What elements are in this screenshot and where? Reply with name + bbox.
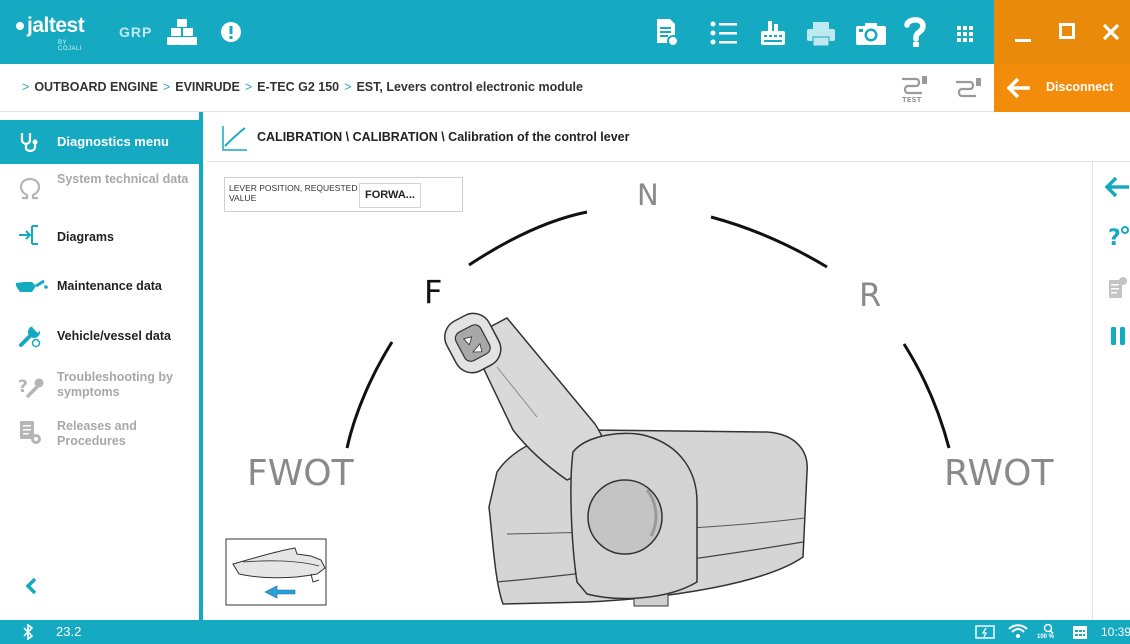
logo-subtitle: BY COJALI (58, 40, 83, 52)
sidebar-item-system-technical-data[interactable]: System technical data (0, 170, 199, 216)
top-bar: jaltest BY COJALI GRP (0, 0, 1130, 64)
neutral-forward-arc (468, 210, 588, 267)
lever-diagram (225, 210, 951, 607)
document-icon[interactable] (1108, 276, 1128, 305)
breadcrumb-item[interactable]: EST, Levers control electronic module (356, 80, 582, 94)
report-icon[interactable] (655, 17, 679, 52)
neutral-reverse-arc (710, 215, 828, 269)
collapse-sidebar-icon[interactable] (24, 576, 38, 601)
content-header: CALIBRATION \ CALIBRATION \ Calibration … (207, 112, 1130, 162)
position-forward-label: F (424, 273, 443, 311)
diagram-icon (18, 224, 40, 251)
procedures-icon (18, 419, 42, 450)
diagnostics-menu-label: Diagnostics menu (57, 134, 169, 149)
right-toolbar: ? (1092, 162, 1130, 620)
position-neutral-label: N (637, 178, 659, 212)
sidebar-item-label: Troubleshooting by symptoms (57, 370, 173, 399)
reverse-wot-arc (902, 343, 951, 449)
test-connection-icon[interactable]: TEST (898, 74, 932, 109)
sidebar: Diagnostics menu System technical data D… (0, 112, 203, 620)
maximize-icon[interactable] (1059, 23, 1075, 44)
disconnect-button[interactable]: Disconnect (994, 64, 1130, 112)
clock: 10:39 (1101, 625, 1130, 639)
back-arrow-icon (1006, 77, 1032, 104)
modules-icon[interactable] (167, 18, 197, 51)
version-label: 23.2 (56, 624, 82, 639)
connector-icon[interactable] (952, 74, 986, 109)
oil-can-icon (14, 278, 48, 299)
sidebar-item-vehicle-vessel-data[interactable]: Vehicle/vessel data (0, 313, 199, 359)
svg-text:?: ? (1108, 226, 1121, 248)
svg-text:TEST: TEST (902, 96, 922, 104)
stethoscope-icon (19, 131, 39, 158)
forward-wot-arc (345, 341, 394, 449)
position-reverse-wot-label: RWOT (944, 453, 1054, 494)
wrench-icon (18, 323, 42, 353)
troubleshoot-icon: ? (18, 374, 44, 403)
vci-icon[interactable] (759, 19, 787, 52)
camera-icon[interactable] (855, 22, 887, 51)
omega-icon (18, 177, 42, 206)
breadcrumb-bar: > OUTBOARD ENGINE > EVINRUDE > E-TEC G2 150 > E… (0, 64, 1130, 112)
disconnect-label: Disconnect (1046, 80, 1114, 94)
app-window: jaltest BY COJALI GRP > OUTBOARD ENGINE … (0, 0, 1130, 644)
boat-direction-thumbnail (225, 538, 327, 606)
battery-icon (975, 625, 997, 644)
bluetooth-icon (22, 623, 34, 644)
window-controls (994, 0, 1130, 64)
sidebar-item-label: Vehicle/vessel data (57, 329, 171, 343)
sidebar-item-releases-procedures[interactable]: Releases and Procedures (0, 413, 199, 459)
breadcrumb-item[interactable]: OUTBOARD ENGINE (34, 80, 158, 94)
pause-icon[interactable] (1110, 326, 1126, 351)
zoom-label: 100 % (1037, 634, 1055, 640)
wifi-icon (1008, 623, 1028, 644)
help-question-icon[interactable]: ? (1108, 224, 1130, 253)
printer-icon[interactable] (806, 21, 836, 52)
status-bar: 23.2 100 % 10:39 (0, 620, 1130, 644)
hub-button (587, 479, 663, 555)
sidebar-item-diagrams[interactable]: Diagrams (0, 216, 199, 262)
position-forward-wot-label: FWOT (247, 453, 354, 494)
position-reverse-label: R (859, 276, 882, 314)
breadcrumb-item[interactable]: E-TEC G2 150 (257, 80, 339, 94)
breadcrumb-item[interactable]: EVINRUDE (175, 80, 240, 94)
calendar-icon[interactable] (1072, 624, 1088, 644)
sidebar-item-label: Releases and Procedures (57, 419, 137, 448)
diagnostics-menu-header[interactable]: Diagnostics menu (0, 120, 199, 164)
apps-grid-icon[interactable] (957, 26, 973, 47)
page-title: CALIBRATION \ CALIBRATION \ Calibration … (257, 130, 630, 144)
help-icon[interactable] (903, 16, 927, 53)
warning-icon[interactable] (220, 21, 242, 48)
sidebar-item-label: Diagrams (57, 230, 114, 244)
calibration-graph-icon (221, 124, 249, 157)
jaltest-logo: jaltest BY COJALI (16, 14, 85, 52)
grp-label: GRP (119, 24, 153, 40)
sidebar-item-label: System technical data (57, 172, 189, 186)
minimize-icon[interactable] (1015, 30, 1031, 48)
back-arrow-icon[interactable] (1104, 176, 1130, 203)
svg-text:?: ? (18, 377, 28, 397)
list-icon[interactable] (710, 21, 738, 50)
sidebar-item-troubleshooting[interactable]: ? Troubleshooting by symptoms (0, 362, 199, 408)
sidebar-item-maintenance-data[interactable]: Maintenance data (0, 264, 199, 310)
breadcrumb: > OUTBOARD ENGINE > EVINRUDE > E-TEC G2 150 > E… (22, 80, 583, 94)
close-icon[interactable] (1102, 23, 1120, 46)
logo-text: jaltest (27, 14, 85, 37)
sidebar-item-label: Maintenance data (57, 279, 162, 293)
